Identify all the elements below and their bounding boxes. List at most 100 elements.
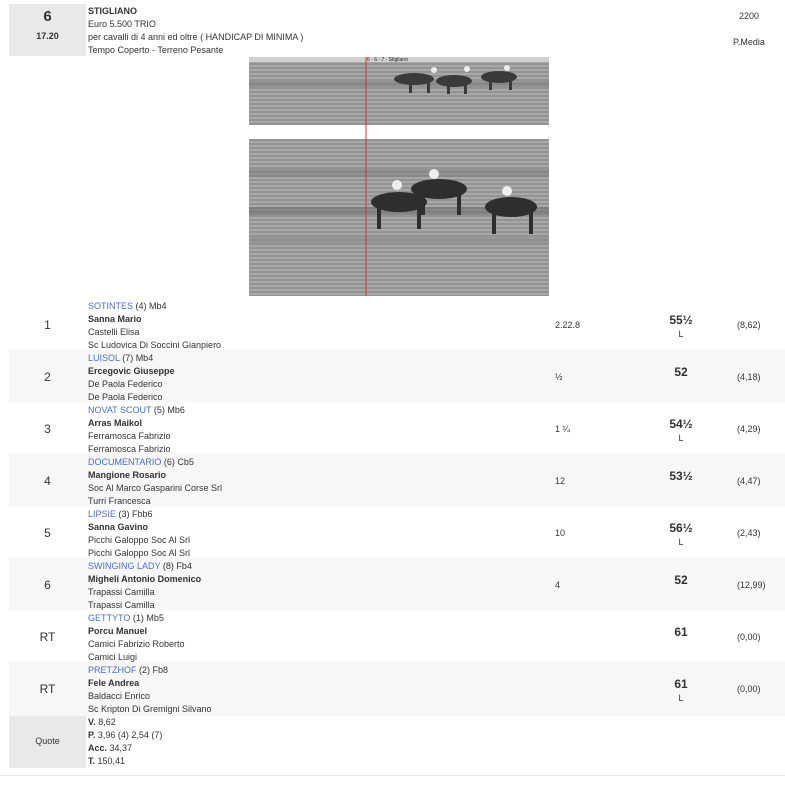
distance: 1 ¼ — [555, 424, 571, 434]
horse-extra: (5) Mb6 — [151, 405, 185, 415]
race-distance: 2200 — [739, 11, 760, 21]
quote-value: 8,62 — [95, 717, 116, 727]
distance: 12 — [555, 476, 566, 486]
trainer: Castelli Elisa — [88, 327, 140, 337]
position: 1 — [44, 318, 51, 332]
horse-name-link[interactable]: NOVAT SCOUT — [88, 405, 151, 415]
trainer: Picchi Galoppo Soc Al Srl — [88, 535, 191, 545]
odds: (12,99) — [737, 580, 766, 590]
trainer: Ferramosca Fabrizio — [88, 431, 171, 441]
quote-line: T. 150,41 — [88, 755, 162, 768]
horse-extra: (7) Mb4 — [119, 353, 154, 363]
quote-value: 34,37 — [107, 743, 133, 753]
horse-name-link[interactable]: PRETZHOF — [88, 665, 137, 675]
distance: ½ — [555, 372, 563, 382]
race-time: 17.20 — [36, 31, 59, 41]
trainer: De Paola Federico — [88, 379, 163, 389]
trainer: Soc Al Marco Gasparini Corse Srl — [88, 483, 223, 493]
horse-name-link[interactable]: LUISOL — [88, 353, 120, 363]
odds: (8,62) — [737, 320, 761, 330]
weight: 56½ L — [659, 521, 703, 547]
jockey: Porcu Manuel — [88, 626, 148, 636]
weight-flag: L — [678, 329, 684, 339]
horse-extra: (8) Fb4 — [160, 561, 192, 571]
weight-value: 54½ — [669, 417, 693, 431]
weight-value: 61 — [674, 677, 688, 691]
race-number-box: 6 17.20 — [9, 4, 86, 56]
position: RT — [39, 682, 56, 696]
horse-info: SWINGING LADY (8) Fb4 Migheli Antonio Do… — [88, 560, 201, 612]
distance: 2.22.8 — [555, 320, 581, 330]
weight: 55½ L — [659, 313, 703, 339]
horse-info: GETTYTO (1) Mb5 Porcu Manuel Camici Fabr… — [88, 612, 185, 664]
weight: 54½ L — [659, 417, 703, 443]
race-result-panel: 6 17.20 STIGLIANO Euro 5.500 TRIO per ca… — [0, 0, 785, 776]
result-row: RT PRETZHOF (2) Fb8 Fele Andrea Baldacci… — [9, 662, 785, 716]
position: 2 — [44, 370, 51, 384]
result-row: 6 SWINGING LADY (8) Fb4 Migheli Antonio … — [9, 558, 785, 610]
horse-extra: (1) Mb5 — [130, 613, 164, 623]
weight-value: 52 — [674, 573, 688, 587]
jockey: Arras Maikol — [88, 418, 143, 428]
odds: (4,47) — [737, 476, 761, 486]
position: 3 — [44, 422, 51, 436]
quote-value: 3,96 (4) 2,54 (7) — [95, 730, 163, 740]
horse-name-link[interactable]: SOTINTES — [88, 301, 133, 311]
horse-name-link[interactable]: LIPSIE — [88, 509, 116, 519]
weight-value: 55½ — [669, 313, 693, 327]
pmedia-label: P.Media — [733, 37, 765, 47]
horse-extra: (6) Cb5 — [161, 457, 194, 467]
distance: 10 — [555, 528, 566, 538]
horse-name-link[interactable]: SWINGING LADY — [88, 561, 160, 571]
position: 6 — [44, 578, 51, 592]
odds: (0,00) — [737, 632, 761, 642]
quote-line: V. 8,62 — [88, 716, 162, 729]
position: RT — [39, 630, 56, 644]
quote-value: 150,41 — [95, 756, 126, 766]
horse-info: DOCUMENTARIO (6) Cb5 Mangione Rosario So… — [88, 456, 222, 508]
weight: 52 — [659, 365, 703, 381]
horse-extra: (3) Fbb6 — [116, 509, 153, 519]
odds: (4,29) — [737, 424, 761, 434]
race-title: STIGLIANO — [88, 6, 137, 16]
horse-info: PRETZHOF (2) Fb8 Fele Andrea Baldacci En… — [88, 664, 212, 716]
quote-key: Acc. — [88, 743, 108, 753]
jockey: Mangione Rosario — [88, 470, 167, 480]
weight: 61 — [659, 625, 703, 641]
weight: 52 — [659, 573, 703, 589]
jockey: Sanna Mario — [88, 314, 142, 324]
result-row: 3 NOVAT SCOUT (5) Mb6 Arras Maikol Ferra… — [9, 402, 785, 454]
owner: Sc Kripton Di Gremigni Silvano — [88, 704, 212, 714]
race-conditions: per cavalli di 4 anni ed oltre ( HANDICA… — [88, 32, 304, 42]
horse-info: LUISOL (7) Mb4 Ercegovic Giuseppe De Pao… — [88, 352, 175, 404]
weight: 61 L — [659, 677, 703, 703]
trainer: Trapassi Camilla — [88, 587, 155, 597]
result-row: 2 LUISOL (7) Mb4 Ercegovic Giuseppe De P… — [9, 350, 785, 402]
weight-flag: L — [678, 537, 684, 547]
result-row: 4 DOCUMENTARIO (6) Cb5 Mangione Rosario … — [9, 454, 785, 506]
weight-value: 53½ — [669, 469, 693, 483]
weight-value: 52 — [674, 365, 688, 379]
race-prize: Euro 5.500 TRIO — [88, 19, 156, 29]
weight-value: 61 — [674, 625, 688, 639]
photo-caption: 6 · 6 · 7 · Stigliano — [367, 57, 408, 63]
horse-extra: (4) Mb4 — [133, 301, 167, 311]
position: 5 — [44, 526, 51, 540]
photo-finish-svg: 6 · 6 · 7 · Stigliano — [249, 57, 549, 296]
odds: (4,18) — [737, 372, 761, 382]
weight-flag: L — [678, 693, 684, 703]
odds: (2,43) — [737, 528, 761, 538]
quote-values: V. 8,62 P. 3,96 (4) 2,54 (7) Acc. 34,37 … — [88, 716, 162, 768]
quote-key: T. — [88, 756, 96, 766]
horse-name-link[interactable]: GETTYTO — [88, 613, 130, 623]
result-row: 5 LIPSIE (3) Fbb6 Sanna Gavino Picchi Ga… — [9, 506, 785, 558]
trainer: Baldacci Enrico — [88, 691, 151, 701]
photo-finish-image: 6 · 6 · 7 · Stigliano — [249, 57, 549, 296]
race-weather: Tempo Coperto - Terreno Pesante — [88, 45, 224, 55]
quote-line: P. 3,96 (4) 2,54 (7) — [88, 729, 162, 742]
jockey: Fele Andrea — [88, 678, 140, 688]
weight-value: 56½ — [669, 521, 693, 535]
horse-name-link[interactable]: DOCUMENTARIO — [88, 457, 161, 467]
jockey: Sanna Gavino — [88, 522, 149, 532]
quote-line: Acc. 34,37 — [88, 742, 162, 755]
